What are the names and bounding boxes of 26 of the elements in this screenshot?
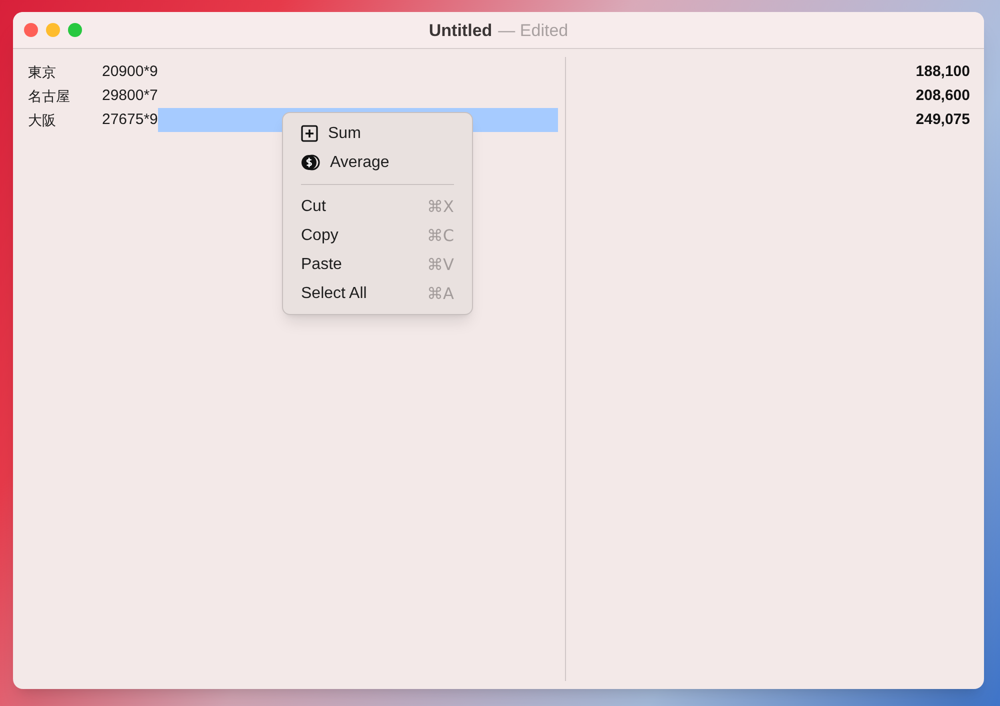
menu-item[interactable]: Average xyxy=(283,148,472,177)
result-value: 188,100 xyxy=(916,62,970,82)
plus-square-icon xyxy=(301,125,318,142)
close-button[interactable] xyxy=(24,23,38,37)
menu-item[interactable]: Select All ⌘A xyxy=(283,279,472,308)
shortcut-label: ⌘A xyxy=(427,282,454,304)
shortcut-label: ⌘X xyxy=(427,196,454,218)
line-expression: 27675*9 xyxy=(102,110,158,130)
line-label: 名古屋 xyxy=(27,86,71,106)
line-label: 大阪 xyxy=(27,110,57,130)
menu-item[interactable]: Copy ⌘C xyxy=(283,221,472,250)
menu-item[interactable]: Paste ⌘V xyxy=(283,250,472,279)
shortcut-label: ⌘C xyxy=(426,224,454,246)
line-label: 東京 xyxy=(27,62,57,82)
line-expression: 29800*7 xyxy=(102,86,158,106)
result-value: 249,075 xyxy=(916,110,970,130)
window-title: Untitled xyxy=(428,20,492,42)
minimize-button[interactable] xyxy=(46,23,60,37)
zoom-button[interactable] xyxy=(68,23,82,37)
window-title-status: — Edited xyxy=(498,20,568,42)
shortcut-label: ⌘V xyxy=(427,254,454,276)
line-expression: 20900*9 xyxy=(102,62,158,82)
menu-item[interactable]: Cut ⌘X xyxy=(283,192,472,221)
result-value: 208,600 xyxy=(916,86,970,106)
coins-icon xyxy=(301,154,320,171)
menu-item[interactable]: Sum xyxy=(283,119,472,148)
